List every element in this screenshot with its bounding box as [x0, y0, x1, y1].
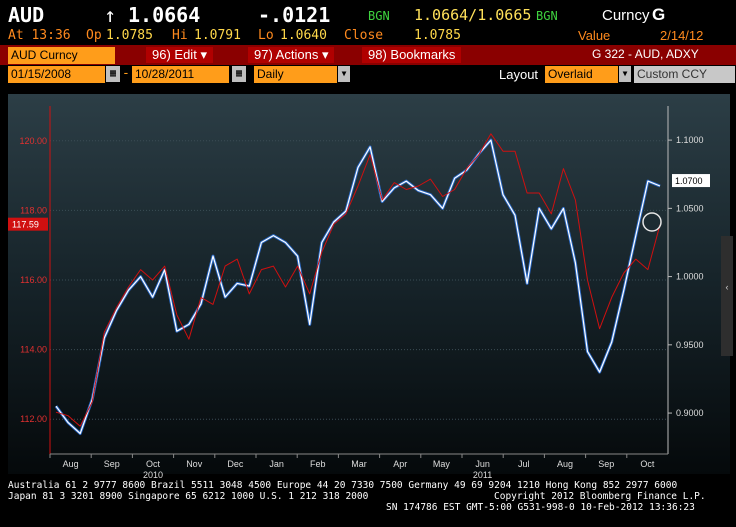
close-value: 1.0785: [414, 28, 461, 43]
x-tick-label: Mar: [351, 459, 367, 469]
last-price: 1.0664: [128, 3, 201, 27]
low-label: Lo: [258, 28, 274, 43]
period-select[interactable]: Daily: [254, 66, 337, 83]
open-value: 1.0785: [106, 28, 153, 43]
price-chart: 112.00 114.00 116.00 118.00 120.00 0.9000 0.9…: [0, 86, 736, 480]
bookmarks-menu-label: 98) Bookmarks: [368, 47, 456, 62]
price-change: -.0121: [258, 3, 331, 27]
function-key[interactable]: G: [652, 5, 665, 25]
calendar-icon[interactable]: ▦: [232, 66, 246, 82]
x-tick-label: Nov: [186, 459, 203, 469]
high-label: Hi: [172, 28, 188, 43]
edit-menu[interactable]: 96) Edit ▾: [146, 47, 213, 63]
bid-ask: 1.0664/1.0665: [414, 6, 532, 24]
x-tick-label: Oct: [146, 459, 161, 469]
chevron-down-icon[interactable]: ▼: [338, 66, 350, 82]
footer-contacts-2: Japan 81 3 3201 8900 Singapore 65 6212 1…: [8, 491, 369, 502]
bookmarks-menu[interactable]: 98) Bookmarks: [362, 47, 462, 63]
value-label: Value: [578, 28, 611, 43]
footer-session-info: SN 174786 EST GMT-5:00 G531-998-0 10-Feb…: [386, 502, 695, 513]
left-last-value-text: 117.59: [12, 220, 39, 230]
layout-label: Layout: [499, 67, 539, 82]
footer: Australia 61 2 9777 8600 Brazil 5511 304…: [0, 479, 736, 527]
overlay-line-chart: 112.00 114.00 116.00 118.00 120.00 0.9000 0.9…: [8, 94, 733, 480]
bid-ask-source: BGN: [536, 9, 558, 23]
x-tick-label: Aug: [557, 459, 573, 469]
up-arrow-icon: ↑: [104, 3, 117, 27]
x-tick-label: Jun: [475, 459, 490, 469]
ticker-symbol: AUD: [8, 3, 45, 27]
x-tick-label: Aug: [63, 459, 79, 469]
x-tick-label: Jul: [518, 459, 530, 469]
actions-menu[interactable]: 97) Actions ▾: [248, 47, 335, 63]
quote-line: At 13:36 Op 1.0785 Hi 1.0791 Lo 1.0640 C…: [0, 28, 736, 44]
custom-ccy-select[interactable]: Custom CCY: [634, 66, 735, 83]
right-tick-label: 1.0000: [676, 272, 704, 282]
left-tick-label: 120.00: [19, 136, 47, 146]
x-tick-label: Oct: [640, 459, 655, 469]
footer-contacts: Australia 61 2 9777 8600 Brazil 5511 304…: [8, 480, 678, 491]
footer-copyright: Copyright 2012 Bloomberg Finance L.P.: [494, 491, 706, 502]
chevron-up-icon[interactable]: ‹: [726, 282, 729, 292]
x-tick-label: Dec: [227, 459, 244, 469]
chevron-down-icon[interactable]: ▼: [619, 66, 631, 82]
vertical-scrollbar[interactable]: [721, 236, 733, 356]
right-tick-label: 0.9000: [676, 408, 704, 418]
value-date: 2/14/12: [660, 28, 704, 43]
toolbar: AUD Curncy 96) Edit ▾ 97) Actions ▾ 98) …: [0, 45, 736, 65]
x-tick-label: Feb: [310, 459, 326, 469]
low-value: 1.0640: [280, 28, 327, 43]
right-tick-label: 1.0500: [676, 203, 704, 213]
security-type: Curncy: [602, 7, 650, 24]
left-tick-label: 118.00: [20, 205, 47, 215]
security-input[interactable]: AUD Curncy: [8, 47, 115, 64]
left-tick-label: 116.00: [20, 275, 47, 285]
chart-id: G 322 - AUD, ADXY: [592, 47, 699, 61]
chevron-down-icon: ▾: [321, 47, 329, 62]
year-label: 2011: [473, 470, 492, 478]
actions-menu-label: 97) Actions: [254, 47, 319, 62]
high-value: 1.0791: [194, 28, 241, 43]
end-date-input[interactable]: 10/28/2011: [132, 66, 229, 83]
edit-menu-label: 96) Edit: [152, 47, 197, 62]
close-label: Close: [344, 28, 384, 43]
layout-select[interactable]: Overlaid: [545, 66, 618, 83]
x-tick-label: Sep: [104, 459, 120, 469]
x-tick-label: May: [433, 459, 451, 469]
price-source: BGN: [368, 9, 390, 23]
start-date-input[interactable]: 01/15/2008: [8, 66, 105, 83]
x-tick-label: Apr: [393, 459, 407, 469]
left-tick-label: 112.00: [20, 414, 47, 424]
calendar-icon[interactable]: ▦: [106, 66, 120, 82]
date-separator: -: [122, 66, 130, 81]
x-tick-label: Jan: [269, 459, 284, 469]
chart-controls: 01/15/2008 ▦ - 10/28/2011 ▦ Daily ▼ Layo…: [0, 65, 736, 85]
ticker-header: AUD ↑ 1.0664 -.0121 BGN 1.0664/1.0665 BG…: [0, 0, 736, 28]
right-tick-label: 0.9500: [676, 340, 704, 350]
chevron-down-icon: ▾: [200, 47, 207, 62]
left-tick-label: 114.00: [20, 345, 47, 355]
year-label: 2010: [143, 470, 163, 478]
x-tick-label: Sep: [598, 459, 614, 469]
right-last-value-text: 1.0700: [675, 176, 703, 186]
quote-time: At 13:36: [8, 28, 71, 43]
right-tick-label: 1.1000: [676, 135, 704, 145]
open-label: Op: [86, 28, 102, 43]
